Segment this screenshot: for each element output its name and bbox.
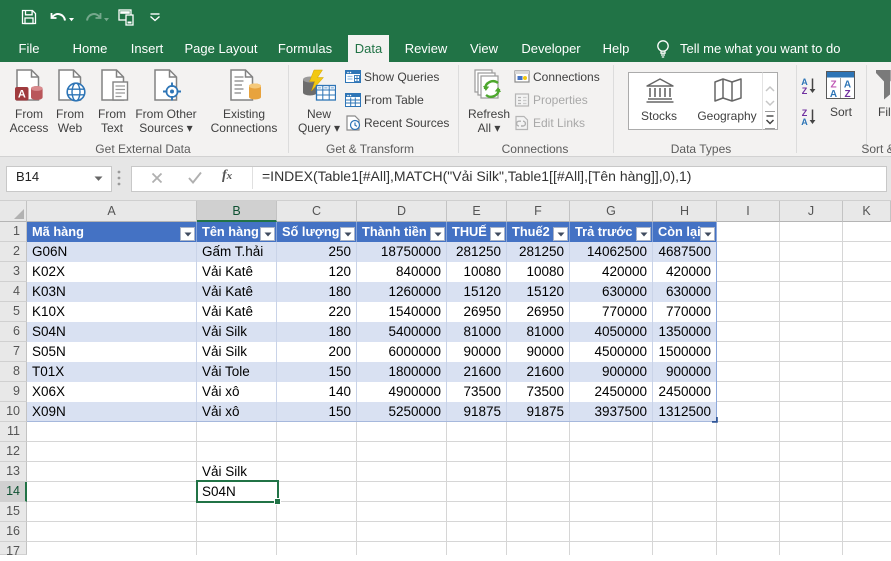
svg-text:A: A — [801, 117, 808, 126]
svg-text:Z: Z — [844, 89, 850, 99]
svg-text:A: A — [18, 89, 26, 101]
svg-text:A: A — [830, 89, 837, 99]
svg-text:Z: Z — [802, 86, 808, 95]
